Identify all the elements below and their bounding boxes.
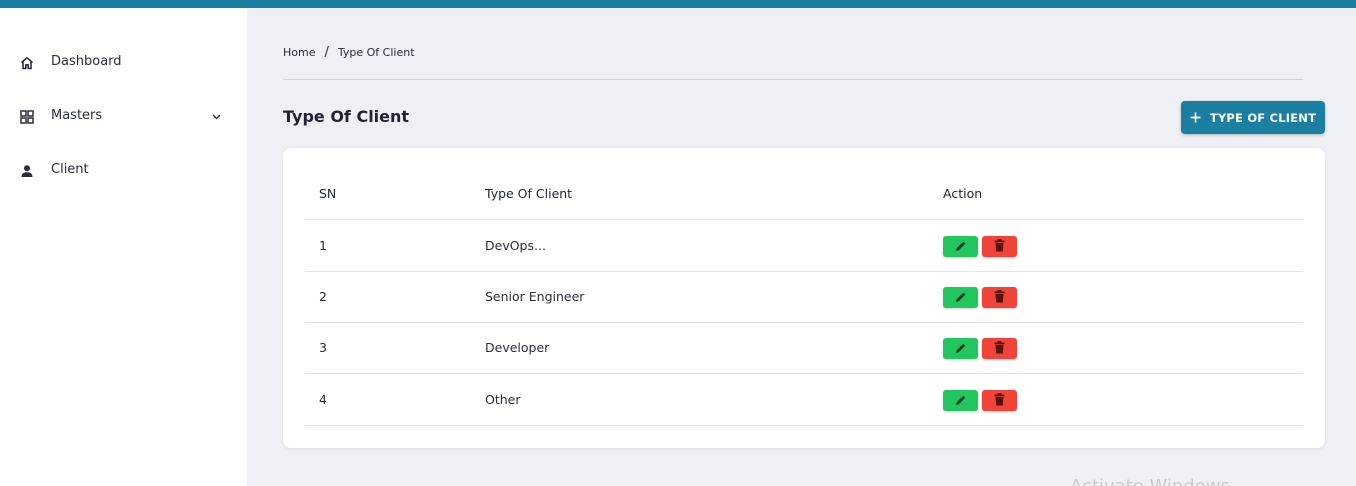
grid-icon	[19, 109, 35, 125]
table-row: 3 Developer	[305, 323, 1303, 374]
delete-button[interactable]	[982, 390, 1017, 411]
trash-icon	[994, 391, 1005, 410]
table-card: SN Type Of Client Action 1 DevOps... 2 S…	[283, 148, 1325, 448]
chevron-down-icon	[210, 109, 222, 125]
row-sn: 4	[319, 392, 327, 407]
row-sn: 3	[319, 340, 327, 355]
row-sn: 2	[319, 289, 327, 304]
top-accent-bar	[0, 0, 1356, 8]
sidebar: Dashboard Masters Client	[0, 8, 247, 486]
table-row: 2 Senior Engineer	[305, 272, 1303, 323]
column-header-sn: SN	[319, 186, 337, 201]
table-row: 1 DevOps...	[305, 221, 1303, 272]
activate-windows-watermark: Activate Windows	[1070, 476, 1230, 486]
column-header-type: Type Of Client	[485, 186, 573, 201]
person-icon	[19, 163, 35, 179]
sidebar-item-dashboard[interactable]: Dashboard	[0, 43, 247, 83]
trash-icon	[994, 339, 1005, 358]
pencil-icon	[955, 391, 967, 410]
add-button-label: TYPE OF CLIENT	[1209, 110, 1317, 125]
row-type: DevOps...	[485, 238, 546, 253]
sidebar-item-label: Client	[51, 162, 89, 177]
breadcrumb: Home / Type Of Client	[283, 45, 415, 60]
breadcrumb-current: Type Of Client	[337, 46, 415, 59]
edit-button[interactable]	[943, 390, 978, 411]
trash-icon	[994, 288, 1005, 307]
pencil-icon	[955, 339, 967, 358]
sidebar-item-client[interactable]: Client	[0, 151, 247, 191]
table-row: 4 Other	[305, 375, 1303, 426]
sidebar-item-masters[interactable]: Masters	[0, 97, 247, 137]
pencil-icon	[955, 288, 967, 307]
delete-button[interactable]	[982, 338, 1017, 359]
row-sn: 1	[319, 238, 327, 253]
plus-icon	[1190, 112, 1201, 123]
row-type: Senior Engineer	[485, 289, 585, 304]
edit-button[interactable]	[943, 236, 978, 257]
sidebar-item-label: Masters	[51, 108, 103, 123]
table-header: SN Type Of Client Action	[305, 166, 1303, 220]
pencil-icon	[955, 237, 967, 256]
add-type-of-client-button[interactable]: TYPE OF CLIENT	[1181, 101, 1325, 134]
breadcrumb-home[interactable]: Home	[283, 46, 315, 59]
column-header-action: Action	[943, 186, 983, 201]
sidebar-item-label: Dashboard	[51, 54, 122, 69]
home-icon	[19, 55, 35, 71]
row-type: Other	[485, 392, 521, 407]
breadcrumb-separator: /	[324, 45, 329, 60]
page-title: Type Of Client	[283, 107, 410, 126]
edit-button[interactable]	[943, 287, 978, 308]
delete-button[interactable]	[982, 236, 1017, 257]
edit-button[interactable]	[943, 338, 978, 359]
divider	[283, 79, 1303, 80]
trash-icon	[994, 237, 1005, 256]
delete-button[interactable]	[982, 287, 1017, 308]
row-type: Developer	[485, 340, 550, 355]
